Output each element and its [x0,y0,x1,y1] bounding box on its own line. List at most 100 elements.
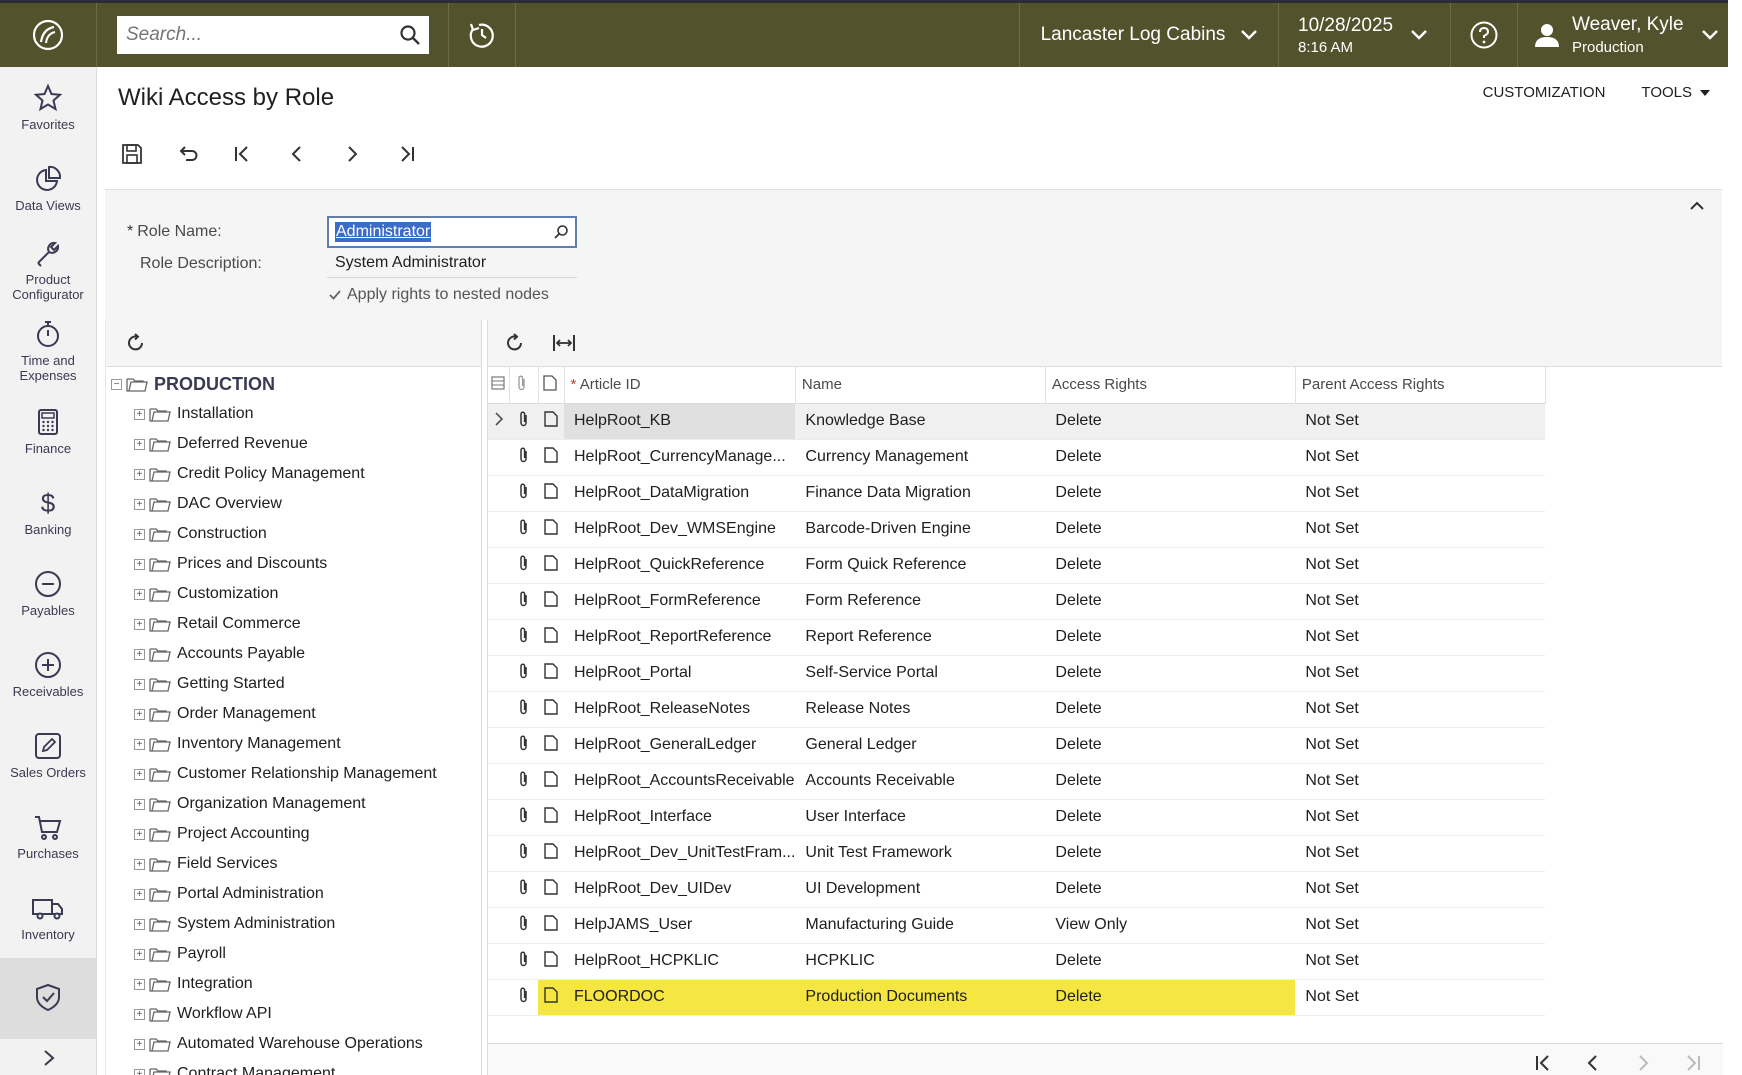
table-row[interactable]: HelpRoot_Dev_UIDev UI Development Delete No… [488,871,1546,908]
article-id-cell[interactable]: HelpRoot_ReleaseNotes [564,691,796,728]
name-cell[interactable]: Currency Management [795,439,1046,476]
name-cell[interactable]: Knowledge Base [795,403,1046,440]
tree-node[interactable]: + Credit Policy Management [106,459,481,489]
name-cell[interactable]: Production Documents [795,979,1046,1016]
expand-toggle[interactable]: + [134,468,145,480]
nav-data-views[interactable]: Data Views [0,148,96,229]
files-cell[interactable] [509,799,538,836]
expand-toggle[interactable]: + [134,558,145,570]
tree-node[interactable]: + Automated Warehouse Operations [106,1029,481,1059]
row-selector[interactable] [488,439,509,476]
files-cell[interactable] [509,943,538,980]
table-row[interactable]: HelpRoot_Dev_WMSEngine Barcode-Driven Eng… [488,511,1546,548]
company-selector[interactable]: Lancaster Log Cabins [1020,3,1279,67]
access-rights-cell[interactable]: Delete [1045,871,1296,908]
article-id-cell[interactable]: HelpRoot_Interface [564,799,796,836]
table-row[interactable]: HelpRoot_HCPKLIC HCPKLIC Delete Not Set [488,943,1546,980]
article-id-cell[interactable]: HelpRoot_DataMigration [564,475,796,512]
parent-access-rights-cell[interactable]: Not Set [1295,871,1546,908]
name-cell[interactable]: General Ledger [795,727,1046,764]
previous-record-button[interactable] [283,140,311,168]
tree-node[interactable]: + Accounts Payable [106,639,481,669]
name-cell[interactable]: Unit Test Framework [795,835,1046,872]
name-cell[interactable]: Barcode-Driven Engine [795,511,1046,548]
parent-access-rights-cell[interactable]: Not Set [1295,691,1546,728]
access-rights-cell[interactable]: Delete [1045,511,1296,548]
notes-cell[interactable] [538,943,564,980]
table-row[interactable]: HelpRoot_ReleaseNotes Release Notes Delete… [488,691,1546,728]
notes-cell[interactable] [538,439,564,476]
files-cell[interactable] [509,439,538,476]
access-rights-cell[interactable]: Delete [1045,619,1296,656]
tree-node[interactable]: + Customer Relationship Management [106,759,481,789]
parent-access-rights-cell[interactable]: Not Set [1295,583,1546,620]
cancel-button[interactable] [173,140,201,168]
table-row[interactable]: HelpRoot_AccountsReceivable Accounts Rece… [488,763,1546,800]
name-cell[interactable]: UI Development [795,871,1046,908]
access-rights-cell[interactable]: Delete [1045,403,1296,440]
tree-node[interactable]: + Contract Management [106,1059,481,1075]
tree-node[interactable]: + Customization [106,579,481,609]
table-row[interactable]: HelpRoot_Dev_UnitTestFram... Unit Test Fr… [488,835,1546,872]
row-selector[interactable] [488,619,509,656]
files-cell[interactable] [509,547,538,584]
article-id-cell[interactable]: HelpRoot_Dev_UnitTestFram... [564,835,796,872]
row-selector[interactable] [488,475,509,512]
article-id-cell[interactable]: HelpRoot_Portal [564,655,796,692]
row-selector-header[interactable] [488,367,510,404]
tree-node[interactable]: + Inventory Management [106,729,481,759]
access-rights-cell[interactable]: Delete [1045,727,1296,764]
name-column-header[interactable]: Name [795,367,1046,404]
refresh-icon[interactable] [504,332,526,354]
row-selector[interactable] [488,871,509,908]
row-selector[interactable] [488,727,509,764]
files-cell[interactable] [509,691,538,728]
search-icon[interactable] [399,24,421,46]
parent-access-rights-cell[interactable]: Not Set [1295,979,1546,1016]
notes-cell[interactable] [538,655,564,692]
tree-node[interactable]: + Order Management [106,699,481,729]
notes-cell[interactable] [538,691,564,728]
tree-node[interactable]: + DAC Overview [106,489,481,519]
notes-cell[interactable] [538,583,564,620]
role-name-input[interactable]: Administrator [327,216,577,248]
nav-user-security[interactable] [0,958,96,1039]
name-cell[interactable]: Form Quick Reference [795,547,1046,584]
name-cell[interactable]: Form Reference [795,583,1046,620]
table-row[interactable]: HelpRoot_Interface User Interface Delete No… [488,799,1546,836]
table-row[interactable]: HelpRoot_CurrencyManage... Currency Manag… [488,439,1546,476]
table-row[interactable]: HelpJAMS_User Manufacturing Guide View Onl… [488,907,1546,944]
nav-expand-button[interactable] [0,1041,96,1075]
parent-access-rights-cell[interactable]: Not Set [1295,619,1546,656]
notes-cell[interactable] [538,619,564,656]
files-column-header[interactable] [509,367,539,404]
files-cell[interactable] [509,619,538,656]
row-selector[interactable] [488,763,509,800]
expand-toggle[interactable]: + [134,708,145,720]
nav-sales-orders[interactable]: Sales Orders [0,715,96,796]
name-cell[interactable]: User Interface [795,799,1046,836]
table-row[interactable]: HelpRoot_DataMigration Finance Data Migra… [488,475,1546,512]
collapse-toggle[interactable]: − [111,378,122,390]
row-selector[interactable] [488,799,509,836]
parent-access-rights-cell[interactable]: Not Set [1295,799,1546,836]
first-page-icon[interactable] [1533,1053,1553,1073]
files-cell[interactable] [509,511,538,548]
tree-root[interactable]: − PRODUCTION [106,369,481,399]
expand-toggle[interactable]: + [134,918,145,930]
notes-cell[interactable] [538,511,564,548]
collapse-form-button[interactable] [1690,198,1704,216]
next-record-button[interactable] [338,140,366,168]
tree-node[interactable]: + Installation [106,399,481,429]
expand-toggle[interactable]: + [134,978,145,990]
expand-toggle[interactable]: + [134,1008,145,1020]
files-cell[interactable] [509,907,538,944]
help-button[interactable] [1451,3,1518,67]
last-page-icon[interactable] [1683,1053,1703,1073]
article-id-cell[interactable]: HelpRoot_ReportReference [564,619,796,656]
tree-node[interactable]: + Getting Started [106,669,481,699]
nav-receivables[interactable]: Receivables [0,634,96,715]
fit-columns-icon[interactable] [552,332,576,354]
parent-access-rights-cell[interactable]: Not Set [1295,907,1546,944]
parent-access-rights-cell[interactable]: Not Set [1295,727,1546,764]
